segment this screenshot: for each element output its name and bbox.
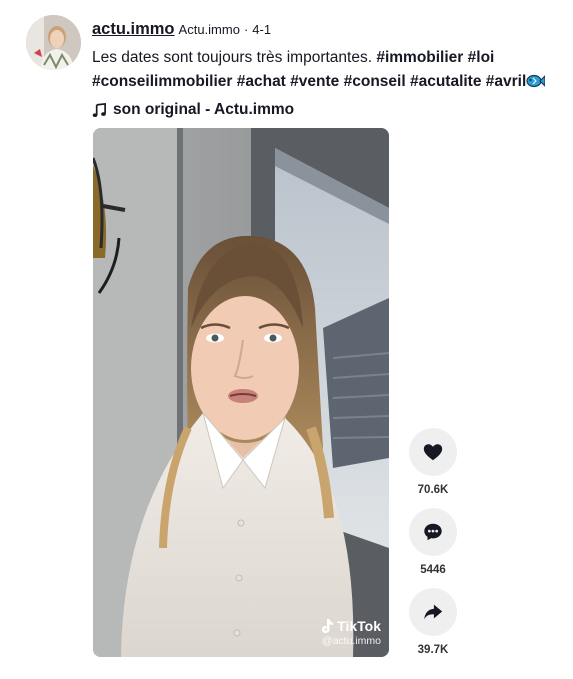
hashtag-link[interactable]: #conseil [344, 73, 406, 90]
music-note-icon [92, 102, 106, 117]
watermark-username: @actu.immo [321, 635, 381, 647]
hashtag-link[interactable]: #vente [290, 73, 339, 90]
comment-button[interactable] [409, 508, 457, 556]
share-count: 39.7K [417, 644, 449, 656]
comment-count: 5446 [420, 564, 446, 576]
video-player[interactable]: TikTok @actu.immo [93, 128, 389, 657]
author-avatar[interactable] [26, 15, 81, 70]
author-nickname: Actu.immo [178, 22, 240, 37]
tiktok-logo: TikTok [320, 618, 381, 634]
share-button[interactable] [409, 588, 457, 636]
hashtag-link[interactable]: #loi [468, 49, 495, 66]
post-header: actu.immo Actu.immo · 4-1 Les dates sont… [92, 20, 559, 121]
music-link[interactable]: son original - Actu.immo [92, 99, 559, 121]
action-bar: 70.6K 5446 39.7K [408, 428, 458, 668]
comment-action: 5446 [408, 508, 458, 578]
like-count: 70.6K [417, 484, 449, 496]
avatar-image [26, 15, 81, 70]
share-icon [424, 604, 443, 620]
hashtag-link[interactable]: #conseilimmobilier [92, 73, 232, 90]
share-action: 39.7K [408, 588, 458, 658]
video-frame-image [93, 128, 389, 657]
author-username-link[interactable]: actu.immo [92, 20, 175, 39]
like-button[interactable] [409, 428, 457, 476]
separator-dot: · [243, 22, 249, 37]
watermark-brand: TikTok [337, 618, 381, 634]
hashtag-link[interactable]: #acutalite [410, 73, 482, 90]
author-line: actu.immo Actu.immo · 4-1 [92, 20, 559, 42]
music-label: son original - Actu.immo [113, 101, 295, 118]
like-action: 70.6K [408, 428, 458, 498]
hashtag-link[interactable]: #achat [237, 73, 286, 90]
post-date: 4-1 [252, 22, 272, 37]
caption-text: Les dates sont toujours très importantes… [92, 49, 373, 66]
tiktok-watermark: TikTok @actu.immo [320, 618, 381, 647]
hashtag-link[interactable]: #avril [486, 73, 527, 90]
fish-emoji-icon [526, 74, 546, 88]
hashtag-link[interactable]: #immobilier [376, 49, 463, 66]
tiktok-logo-icon [322, 619, 334, 633]
comment-icon [424, 523, 442, 541]
heart-icon [423, 444, 443, 461]
post-caption: Les dates sont toujours très importantes… [92, 46, 552, 94]
